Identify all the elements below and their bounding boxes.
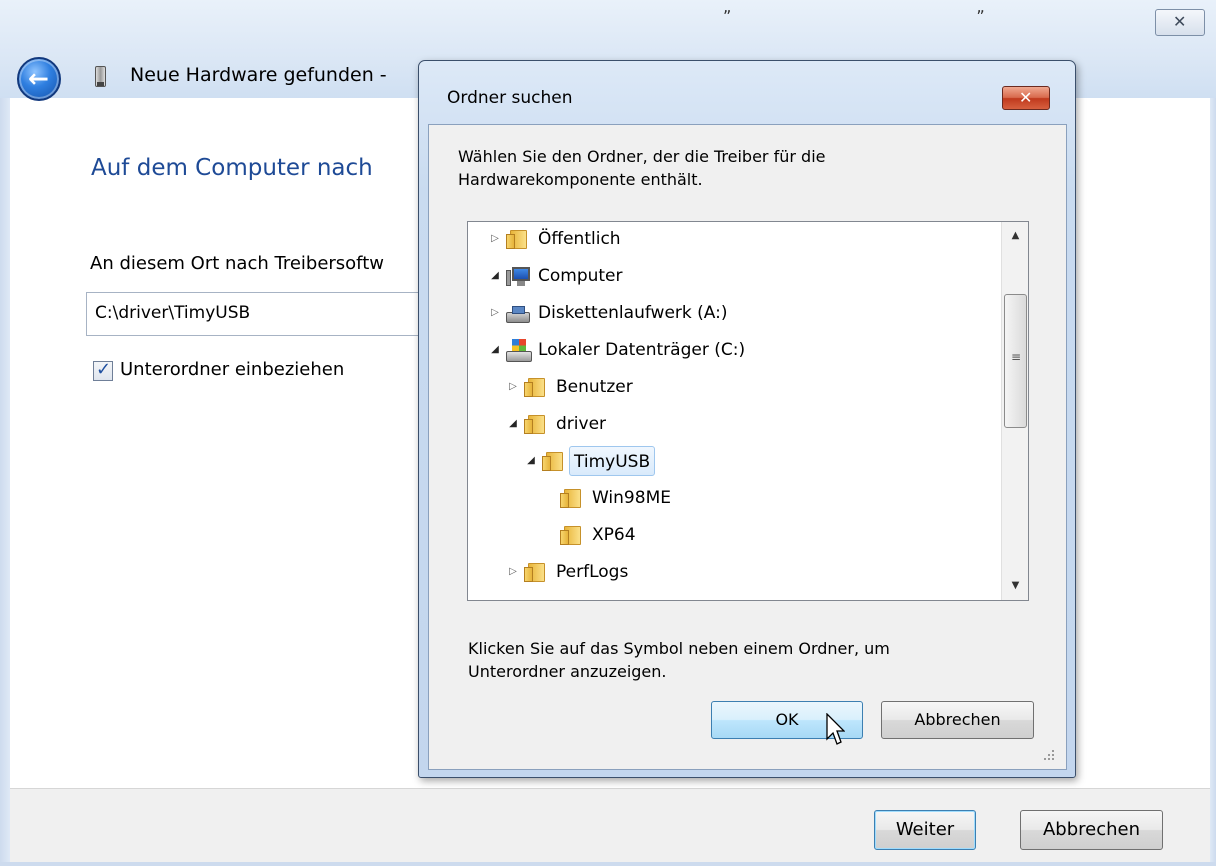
floppy-drive-icon xyxy=(506,306,530,323)
driver-path-input[interactable]: C:\driver\TimyUSB xyxy=(86,292,426,336)
dialog-hint: Klicken Sie auf das Symbol neben einem O… xyxy=(468,639,890,681)
folder-icon xyxy=(560,489,582,508)
folder-tree-item[interactable]: ▷ Benutzer xyxy=(468,372,998,402)
wizard-cancel-button[interactable]: Abbrechen xyxy=(1020,810,1163,850)
scroll-down-arrow-icon[interactable]: ▼ xyxy=(1002,574,1028,598)
next-button[interactable]: Weiter xyxy=(874,810,976,850)
folder-icon xyxy=(524,378,546,397)
scroll-grip-icon: ≡ xyxy=(1011,350,1022,364)
folder-icon xyxy=(542,452,564,471)
folder-icon xyxy=(524,563,546,582)
folder-tree-item-label: Computer xyxy=(538,266,623,286)
folder-tree-item-label: Diskettenlaufwerk (A:) xyxy=(538,303,728,323)
mouse-pointer-icon xyxy=(826,713,845,745)
folder-tree-item-label: PerfLogs xyxy=(556,562,629,582)
driver-path-value: C:\driver\TimyUSB xyxy=(95,303,251,323)
folder-tree-item[interactable]: ◢ Computer xyxy=(468,261,998,291)
folder-tree-item-label: Lokaler Datenträger (C:) xyxy=(538,340,746,360)
folder-tree-item[interactable]: ▷ Diskettenlaufwerk (A:) xyxy=(468,298,998,328)
back-arrow-icon: ← xyxy=(28,64,49,93)
expand-arrow-icon[interactable]: ▷ xyxy=(506,372,520,402)
dialog-close-button[interactable]: ✕ xyxy=(1002,86,1050,110)
folder-tree[interactable]: ▷ Öffentlich ◢ Computer ▷ Diskettenlaufwerk (… xyxy=(467,221,1029,601)
folder-tree-item-label: Win98ME xyxy=(592,488,671,508)
folder-tree-item[interactable]: ▷ PerfLogs xyxy=(468,557,998,587)
folder-icon xyxy=(506,230,528,249)
folder-tree-item[interactable]: ◢ TimyUSB xyxy=(468,446,998,476)
wizard-heading: Auf dem Computer nach xyxy=(91,155,373,181)
scroll-thumb[interactable]: ≡ xyxy=(1004,294,1027,428)
dialog-title: Ordner suchen xyxy=(447,88,573,108)
collapse-arrow-icon[interactable]: ◢ xyxy=(524,446,538,476)
folder-tree-item[interactable]: Win98ME xyxy=(468,483,998,513)
usb-device-icon xyxy=(95,66,106,87)
browse-folder-dialog: Ordner suchen ✕ Wählen Sie den Ordner, d… xyxy=(418,60,1076,778)
tree-scrollbar[interactable]: ▲ ≡ ▼ xyxy=(1001,222,1028,600)
folder-icon xyxy=(560,526,582,545)
include-subfolders-checkbox[interactable]: ✓ xyxy=(93,359,113,381)
wizard-frame-left xyxy=(0,98,10,866)
dialog-cancel-button[interactable]: Abbrechen xyxy=(881,701,1034,739)
folder-tree-item[interactable]: ◢ driver xyxy=(468,409,998,439)
folder-tree-item-label: Öffentlich xyxy=(538,229,621,249)
collapse-arrow-icon[interactable]: ◢ xyxy=(488,261,502,291)
folder-tree-item-label: XP64 xyxy=(592,525,636,545)
folder-tree-item-label: driver xyxy=(556,414,607,434)
back-button[interactable]: ← xyxy=(17,57,61,101)
close-icon: ✕ xyxy=(1019,88,1033,107)
collapse-arrow-icon[interactable]: ◢ xyxy=(488,335,502,365)
driver-location-label: An diesem Ort nach Treibersoftw xyxy=(90,253,384,274)
collapse-arrow-icon[interactable]: ◢ xyxy=(506,409,520,439)
wizard-close-button[interactable]: ✕ xyxy=(1155,9,1205,36)
hard-drive-icon xyxy=(506,339,532,363)
folder-tree-item[interactable]: ▷ Öffentlich xyxy=(468,224,998,254)
computer-icon xyxy=(506,267,532,288)
folder-icon xyxy=(524,415,546,434)
wizard-title: Neue Hardware gefunden - xyxy=(130,64,387,86)
scroll-up-arrow-icon[interactable]: ▲ xyxy=(1002,224,1028,248)
expand-arrow-icon[interactable]: ▷ xyxy=(488,298,502,328)
include-subfolders-label[interactable]: Unterordner einbeziehen xyxy=(120,359,344,380)
wizard-frame-right xyxy=(1210,98,1216,866)
wizard-frame-bottom xyxy=(0,862,1216,866)
folder-tree-item[interactable]: XP64 xyxy=(468,520,998,550)
folder-tree-item[interactable]: ◢ Lokaler Datenträger (C:) xyxy=(468,335,998,365)
expand-arrow-icon[interactable]: ▷ xyxy=(506,557,520,587)
checkmark-icon: ✓ xyxy=(96,359,112,380)
title-bar-text-fragment: „ „ xyxy=(723,0,1105,16)
folder-tree-item-label: Benutzer xyxy=(556,377,633,397)
resize-grip-icon[interactable] xyxy=(1041,747,1055,761)
close-icon: ✕ xyxy=(1173,12,1187,31)
folder-tree-item-label: TimyUSB xyxy=(569,446,656,476)
dialog-instruction: Wählen Sie den Ordner, der die Treiber f… xyxy=(458,147,826,189)
expand-arrow-icon[interactable]: ▷ xyxy=(488,224,502,254)
